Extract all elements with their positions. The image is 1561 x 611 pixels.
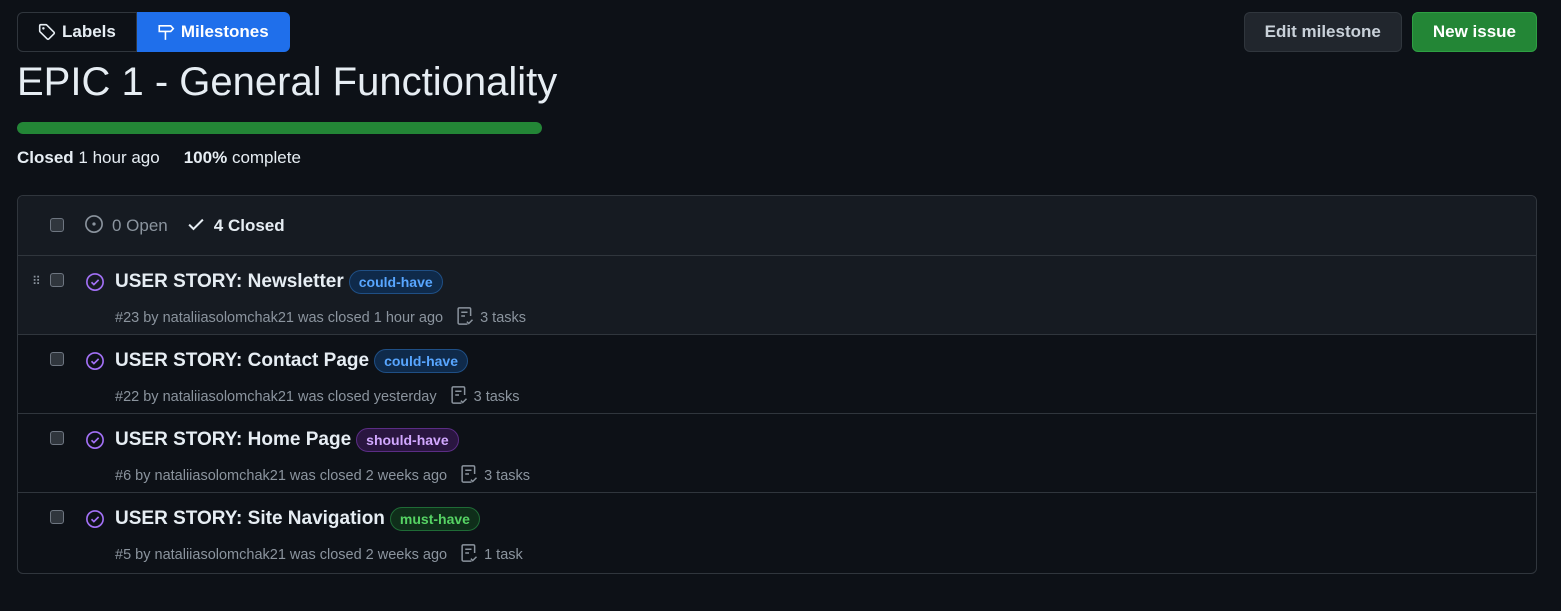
issue-closed-icon — [85, 509, 105, 534]
milestone-title: EPIC 1 - General Functionality — [17, 60, 558, 104]
tab-labels-label: Labels — [62, 22, 116, 41]
issues-list-header: 0 Open 4 Closed — [18, 196, 1536, 256]
issue-row[interactable]: USER STORY: Contact Page could-have #22 … — [18, 335, 1536, 414]
milestone-status-label: Closed — [17, 148, 74, 167]
issue-tasks: 1 task — [459, 543, 523, 567]
select-all-checkbox[interactable] — [50, 218, 64, 232]
issue-state-filter: 0 Open 4 Closed — [84, 196, 285, 256]
issue-meta: #5 by nataliiasolomchak21 was closed 2 w… — [115, 543, 523, 567]
issue-row[interactable]: ⠿ USER STORY: Newsletter could-have #23 … — [18, 256, 1536, 335]
issue-meta-text: #5 by nataliiasolomchak21 was closed 2 w… — [115, 547, 448, 563]
issue-title-line: USER STORY: Home Page should-have — [115, 428, 459, 452]
open-issues-filter[interactable]: 0 Open — [84, 214, 168, 239]
milestone-complete-label: complete — [231, 148, 301, 167]
issue-row[interactable]: USER STORY: Site Navigation must-have #5… — [18, 493, 1536, 572]
issue-meta: #23 by nataliiasolomchak21 was closed 1 … — [115, 306, 526, 330]
issue-tasks-count: 3 tasks — [484, 468, 531, 484]
tag-icon — [38, 23, 56, 41]
tasklist-icon — [459, 543, 479, 567]
issue-rows: ⠿ USER STORY: Newsletter could-have #23 … — [18, 256, 1536, 572]
issue-meta: #6 by nataliiasolomchak21 was closed 2 w… — [115, 464, 530, 488]
milestone-actions: Edit milestone New issue — [1243, 12, 1537, 52]
issue-label[interactable]: could-have — [374, 349, 468, 373]
issue-closed-icon — [85, 272, 105, 297]
issue-checkbox[interactable] — [50, 431, 64, 445]
milestone-meta: Closed 1 hour ago 100% complete — [17, 148, 301, 168]
milestone-complete-pct: 100% — [183, 148, 228, 167]
issue-tasks: 3 tasks — [455, 306, 526, 330]
issue-tasks: 3 tasks — [459, 464, 530, 488]
issue-label[interactable]: could-have — [348, 270, 443, 294]
edit-milestone-button[interactable]: Edit milestone — [1243, 12, 1402, 52]
tasklist-icon — [459, 464, 479, 488]
issue-open-icon — [84, 214, 104, 239]
issue-title-line: USER STORY: Site Navigation must-have — [115, 507, 480, 531]
open-issues-label: 0 Open — [112, 216, 168, 235]
closed-issues-filter[interactable]: 4 Closed — [186, 214, 285, 239]
issue-meta: #22 by nataliiasolomchak21 was closed ye… — [115, 385, 520, 409]
issue-closed-icon — [85, 430, 105, 455]
issue-tasks-count: 3 tasks — [473, 389, 520, 405]
tab-milestones[interactable]: Milestones — [136, 12, 290, 52]
issue-meta-text: #23 by nataliiasolomchak21 was closed 1 … — [115, 310, 444, 326]
issue-label[interactable]: should-have — [356, 428, 459, 452]
issue-tasks-count: 3 tasks — [480, 310, 527, 326]
new-issue-button[interactable]: New issue — [1411, 12, 1537, 52]
closed-issues-label: 4 Closed — [213, 216, 285, 235]
tab-milestones-label: Milestones — [180, 22, 269, 41]
issue-tasks-count: 1 task — [484, 547, 523, 563]
check-icon — [186, 214, 206, 239]
milestone-progress-fill — [17, 122, 542, 134]
milestone-status: Closed 1 hour ago — [17, 148, 160, 168]
milestone-progress-bar — [17, 122, 542, 134]
subnav: Labels Milestones — [17, 12, 290, 52]
tab-labels[interactable]: Labels — [17, 12, 137, 52]
issues-list: 0 Open 4 Closed ⠿ USER STORY: Newsletter… — [17, 195, 1537, 574]
issue-title-line: USER STORY: Contact Page could-have — [115, 349, 468, 373]
issue-checkbox[interactable] — [50, 352, 64, 366]
issue-row[interactable]: USER STORY: Home Page should-have #6 by … — [18, 414, 1536, 493]
issue-title-link[interactable]: USER STORY: Site Navigation — [115, 508, 385, 530]
issue-meta-text: #6 by nataliiasolomchak21 was closed 2 w… — [115, 468, 448, 484]
milestone-status-time: 1 hour ago — [78, 148, 160, 167]
tasklist-icon — [449, 385, 469, 409]
drag-handle-icon[interactable]: ⠿ — [32, 274, 41, 288]
issue-title-link[interactable]: USER STORY: Contact Page — [115, 350, 369, 372]
issue-closed-icon — [85, 351, 105, 376]
issue-checkbox[interactable] — [50, 273, 64, 287]
issue-checkbox[interactable] — [50, 510, 64, 524]
milestone-icon — [157, 23, 175, 41]
tasklist-icon — [455, 306, 475, 330]
issue-title-link[interactable]: USER STORY: Home Page — [115, 429, 351, 451]
milestone-completion: 100% complete — [184, 148, 301, 168]
issue-label[interactable]: must-have — [389, 507, 480, 531]
issue-title-line: USER STORY: Newsletter could-have — [115, 270, 443, 294]
issue-title-link[interactable]: USER STORY: Newsletter — [115, 271, 344, 293]
issue-meta-text: #22 by nataliiasolomchak21 was closed ye… — [115, 389, 437, 405]
issue-tasks: 3 tasks — [449, 385, 520, 409]
